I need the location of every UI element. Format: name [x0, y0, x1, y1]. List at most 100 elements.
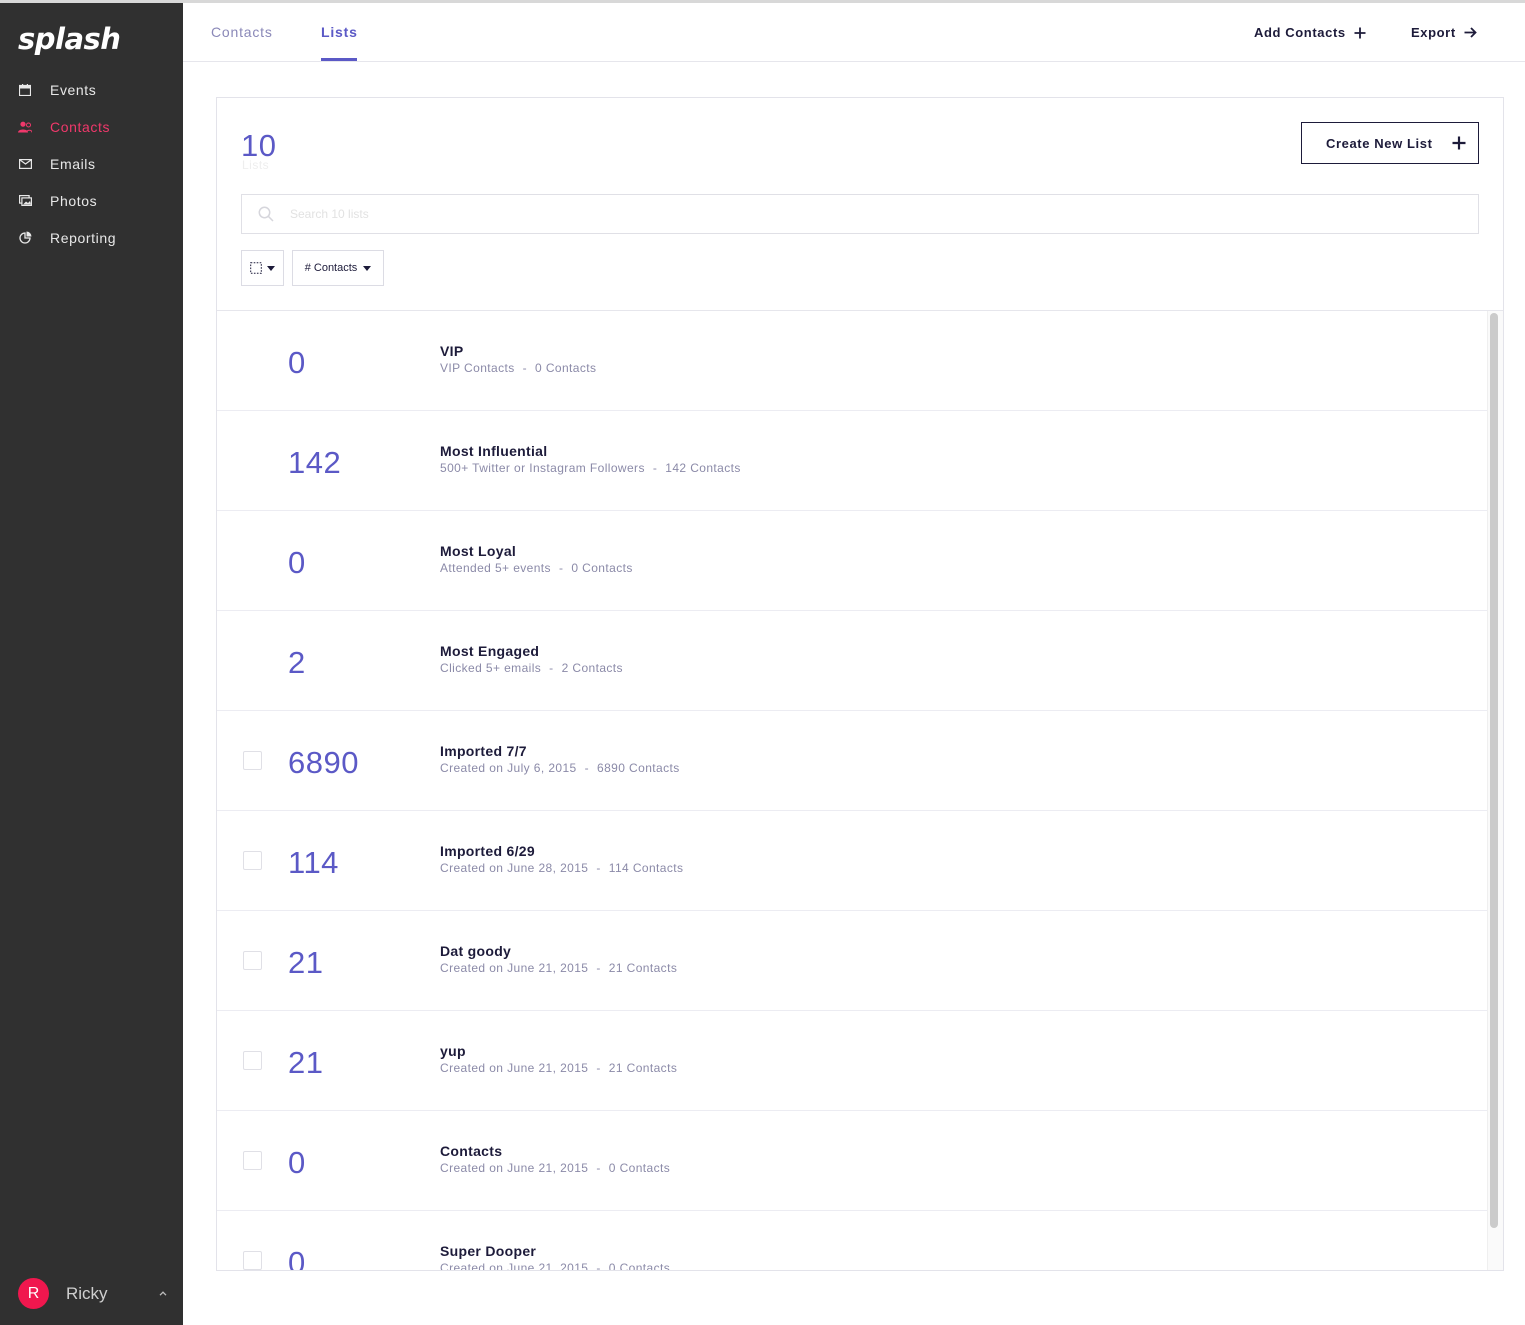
- sort-dropdown[interactable]: # Contacts: [292, 250, 384, 286]
- list-name[interactable]: Super Dooper: [440, 1243, 536, 1259]
- user-menu[interactable]: R Ricky: [0, 1262, 183, 1325]
- list-row[interactable]: 2 Most Engaged Clicked 5+ emails -2 Conta…: [217, 611, 1487, 711]
- list-description: VIP Contacts: [440, 361, 515, 375]
- meta-separator: -: [549, 661, 554, 675]
- list-name[interactable]: Imported 7/7: [440, 743, 527, 759]
- meta-separator: -: [584, 761, 590, 775]
- meta-separator: -: [652, 461, 658, 475]
- create-new-list-button[interactable]: Create New List: [1301, 122, 1479, 164]
- list-name[interactable]: Most Loyal: [440, 543, 516, 559]
- sidebar-item-label: Events: [50, 81, 97, 98]
- row-checkbox[interactable]: [243, 951, 262, 970]
- envelope-icon: [18, 157, 32, 171]
- add-contacts-button[interactable]: Add Contacts: [1254, 25, 1366, 40]
- row-checkbox[interactable]: [243, 1151, 262, 1170]
- list-contacts-total: 21 Contacts: [608, 961, 678, 975]
- row-checkbox[interactable]: [243, 1051, 262, 1070]
- list-description: Attended 5+ events: [440, 561, 551, 575]
- list-contacts-total: 21 Contacts: [608, 1061, 678, 1075]
- export-button[interactable]: Export: [1411, 25, 1477, 40]
- list-row[interactable]: 114 Imported 6/29 Created on June 28, 20…: [217, 811, 1487, 911]
- scrollbar-thumb[interactable]: [1490, 313, 1498, 1228]
- list-meta: Created on June 28, 2015-114 Contacts: [440, 861, 683, 875]
- list-contact-count: 21: [288, 1045, 324, 1080]
- tab-lists[interactable]: Lists: [321, 24, 358, 40]
- list-row[interactable]: 6890 Imported 7/7 Created on July 6, 201…: [217, 711, 1487, 811]
- list-meta: Created on July 6, 2015-6890 Contacts: [440, 761, 680, 775]
- list-contacts-total: 2 Contacts: [561, 661, 623, 675]
- list-contacts-total: 0 Contacts: [608, 1261, 671, 1271]
- list-row[interactable]: 0 Contacts Created on June 21, 2015-0 Co…: [217, 1111, 1487, 1211]
- meta-separator: -: [596, 961, 601, 975]
- user-name: Ricky: [66, 1283, 108, 1303]
- top-header: Contacts Lists Add Contacts Export: [183, 0, 1525, 62]
- list-row[interactable]: 0 Most Loyal Attended 5+ events -0 Contac…: [217, 511, 1487, 611]
- list-description: Clicked 5+ emails: [440, 661, 542, 675]
- sidebar-item-reporting[interactable]: Reporting: [0, 219, 183, 256]
- list-name[interactable]: Contacts: [440, 1143, 502, 1159]
- pie-chart-icon: [18, 231, 32, 245]
- sidebar-top-border: [0, 0, 183, 3]
- list-contact-count: 114: [288, 845, 339, 880]
- plus-icon: [1452, 136, 1466, 150]
- list-name[interactable]: Most Engaged: [440, 643, 539, 659]
- sidebar: splash Events Contacts Emails Photos Rep…: [0, 0, 183, 1325]
- meta-separator: -: [522, 361, 528, 375]
- meta-separator: -: [596, 861, 601, 875]
- list-contacts-total: 0 Contacts: [571, 561, 633, 575]
- list-contacts-total: 0 Contacts: [608, 1161, 671, 1175]
- chevron-up-icon: [159, 1288, 167, 1299]
- list-meta: Created on June 21, 2015-0 Contacts: [440, 1161, 670, 1175]
- list-name[interactable]: Imported 6/29: [440, 843, 535, 859]
- row-checkbox[interactable]: [243, 751, 262, 770]
- add-contacts-label: Add Contacts: [1254, 25, 1346, 40]
- list-name[interactable]: VIP: [440, 343, 463, 359]
- list-description: Created on July 6, 2015: [440, 761, 577, 775]
- list-contacts-total: 6890 Contacts: [597, 761, 680, 775]
- caret-down-icon: [363, 265, 372, 271]
- sort-label: # Contacts: [304, 262, 358, 274]
- contacts-icon: [18, 120, 32, 134]
- list-name[interactable]: yup: [440, 1043, 466, 1059]
- list-row[interactable]: 21 yup Created on June 21, 2015-21 Conta…: [217, 1011, 1487, 1111]
- list-row[interactable]: 0 Super Dooper Created on June 21, 2015-…: [217, 1211, 1487, 1271]
- select-all-icon: [250, 262, 262, 274]
- list-meta: Attended 5+ events -0 Contacts: [440, 561, 633, 575]
- list-contact-count: 0: [288, 545, 306, 580]
- list-meta: Created on June 21, 2015-21 Contacts: [440, 961, 677, 975]
- list-meta: 500+ Twitter or Instagram Followers -142 …: [440, 461, 741, 475]
- list-contacts-total: 114 Contacts: [608, 861, 684, 875]
- row-checkbox[interactable]: [243, 1251, 262, 1270]
- list-contact-count: 6890: [288, 745, 359, 780]
- sidebar-item-photos[interactable]: Photos: [0, 182, 183, 219]
- sidebar-item-contacts[interactable]: Contacts: [0, 108, 183, 145]
- list-contact-count: 0: [288, 1145, 306, 1180]
- active-tab-indicator: [321, 58, 357, 61]
- search-box[interactable]: [241, 194, 1479, 234]
- list-contact-count: 0: [288, 345, 306, 380]
- avatar: R: [18, 1278, 49, 1309]
- list-description: Created on June 21, 2015: [440, 1161, 589, 1175]
- list-name[interactable]: Dat goody: [440, 943, 511, 959]
- list-row[interactable]: 21 Dat goody Created on June 21, 2015-21…: [217, 911, 1487, 1011]
- list-meta: Created on June 21, 2015-0 Contacts: [440, 1261, 671, 1271]
- tab-contacts[interactable]: Contacts: [211, 24, 273, 40]
- meta-separator: -: [558, 561, 564, 575]
- row-checkbox[interactable]: [243, 851, 262, 870]
- lists-count-label: Lists: [242, 158, 270, 172]
- meta-separator: -: [596, 1061, 601, 1075]
- sidebar-item-events[interactable]: Events: [0, 71, 183, 108]
- search-input[interactable]: [290, 207, 1190, 221]
- splash-logo[interactable]: splash: [18, 22, 121, 56]
- sidebar-item-label: Emails: [50, 155, 96, 172]
- list-row[interactable]: 0 VIP VIP Contacts -0 Contacts: [217, 311, 1487, 411]
- list-name[interactable]: Most Influential: [440, 443, 547, 459]
- bulk-select-dropdown[interactable]: [241, 250, 284, 286]
- sidebar-nav: Events Contacts Emails Photos Reporting: [0, 71, 183, 256]
- list-description: Created on June 21, 2015: [440, 1061, 589, 1075]
- create-new-list-label: Create New List: [1326, 135, 1433, 151]
- meta-separator: -: [596, 1161, 601, 1175]
- list-row[interactable]: 142 Most Influential 500+ Twitter or Ins…: [217, 411, 1487, 511]
- list-contacts-total: 142 Contacts: [665, 461, 741, 475]
- sidebar-item-emails[interactable]: Emails: [0, 145, 183, 182]
